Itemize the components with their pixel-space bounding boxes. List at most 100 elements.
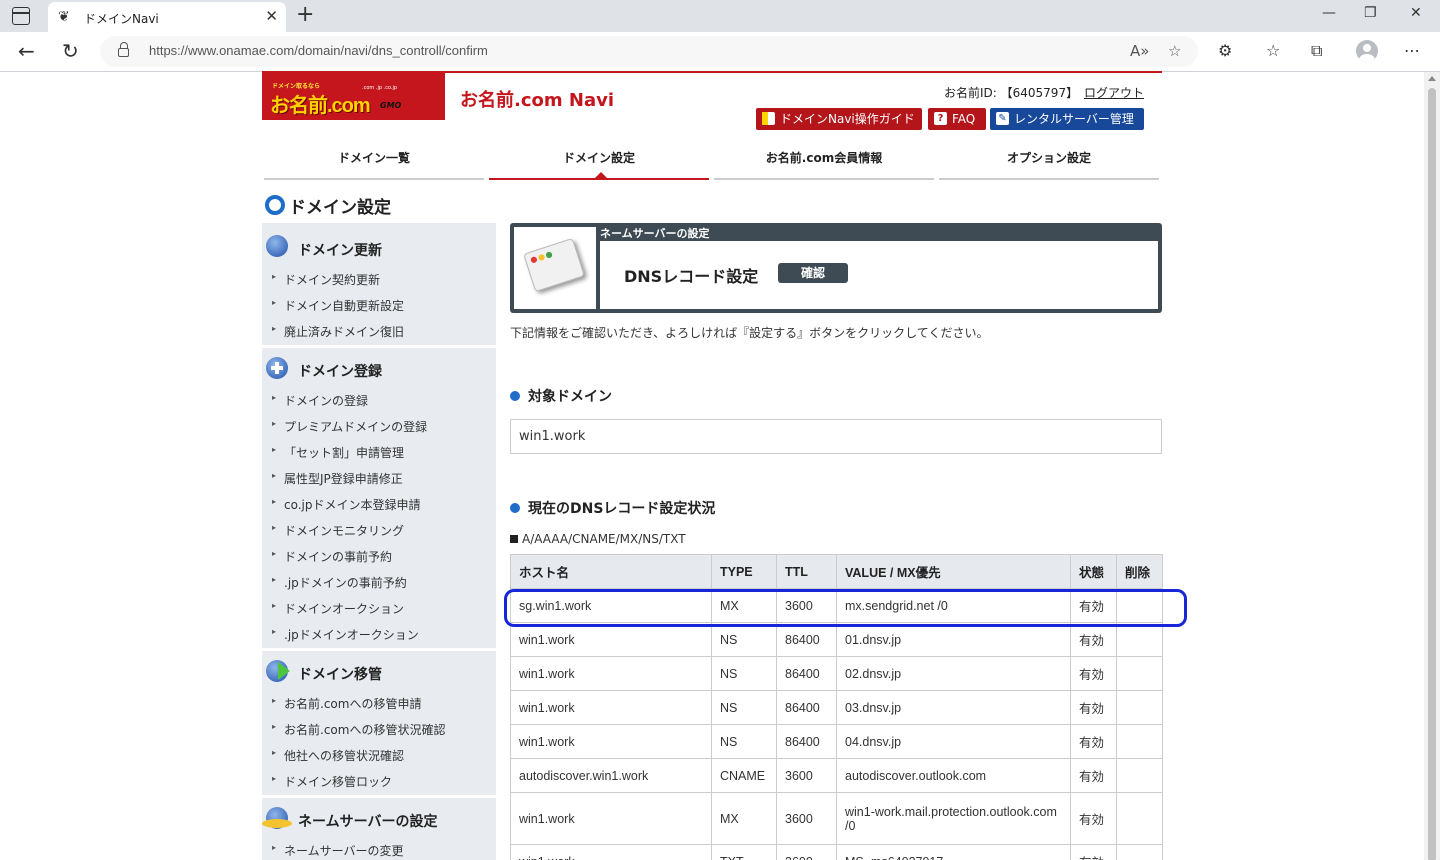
sidebar-item-transfer-in[interactable]: お名前.comへの移管申請 — [272, 695, 421, 712]
cell-type: NS — [711, 690, 777, 725]
cell-type: MX — [711, 792, 777, 845]
table-row: win1.work NS 86400 01.dnsv.jp 有効 — [510, 622, 1163, 657]
sidebar-item-cojp[interactable]: co.jpドメイン本登録申請 — [272, 496, 421, 513]
sidebar-item-contract-renew[interactable]: ドメイン契約更新 — [272, 271, 380, 288]
new-tab-icon[interactable]: + — [296, 3, 314, 27]
table-row: autodiscover.win1.work CNAME 3600 autodi… — [510, 758, 1163, 793]
cell-type: NS — [711, 656, 777, 691]
cell-type: NS — [711, 622, 777, 657]
cell-delete — [1116, 844, 1163, 860]
renew-icon — [266, 235, 288, 257]
navi-guide-button[interactable]: ドメインNavi操作ガイド — [756, 108, 922, 130]
faq-button[interactable]: ? FAQ — [928, 108, 986, 130]
url-text: https://www.onamae.com/domain/navi/dns_c… — [149, 43, 488, 58]
sidebar-item-jp-auction[interactable]: .jpドメインオークション — [272, 626, 419, 643]
sidebar-item-premium[interactable]: プレミアムドメインの登録 — [272, 418, 427, 435]
cell-host: win1.work — [510, 792, 712, 845]
sidebar-item-transfer-status[interactable]: お名前.comへの移管状況確認 — [272, 721, 445, 738]
faq-label: FAQ — [952, 112, 976, 126]
sidebar-item-auto-renew[interactable]: ドメイン自動更新設定 — [272, 297, 404, 314]
nav-domain-list[interactable]: ドメイン一覧 — [264, 140, 484, 180]
close-tab-icon[interactable]: ✕ — [265, 8, 278, 24]
panel-section-label: ネームサーバーの設定 — [600, 227, 710, 240]
cell-ttl: 86400 — [776, 724, 837, 759]
cell-host: autodiscover.win1.work — [510, 758, 712, 793]
logo-gmo: GMO — [380, 101, 402, 110]
sidebar-head-nameserver[interactable]: ネームサーバーの設定 — [298, 811, 437, 831]
site-title: お名前.com Navi — [460, 90, 615, 111]
sidebar-item-monitoring[interactable]: ドメインモニタリング — [272, 522, 404, 539]
table-row: win1.work TXT 3600 MS=ms64027917 有効 — [510, 844, 1163, 860]
cell-delete — [1116, 758, 1163, 793]
sidebar-item-ns-change[interactable]: ネームサーバーの変更 — [272, 842, 404, 859]
sidebar-item-set-discount[interactable]: 「セット割」申請管理 — [272, 444, 404, 461]
tab-actions-icon[interactable] — [12, 7, 30, 25]
rental-server-button[interactable]: ✎ レンタルサーバー管理 — [990, 108, 1144, 130]
browser-tab[interactable]: ❦ ドメインNavi ✕ — [48, 2, 286, 32]
sidebar-head-renew[interactable]: ドメイン更新 — [298, 240, 382, 260]
cell-ttl: 3600 — [776, 844, 837, 860]
target-domain-heading: 対象ドメイン — [510, 386, 612, 406]
onamae-logo[interactable]: ドメイン取るなら .com .jp .co.jp お名前.com GMO — [262, 71, 445, 120]
navi-guide-label: ドメインNavi操作ガイド — [780, 112, 915, 126]
refresh-icon[interactable]: ↻ — [62, 40, 79, 62]
restore-icon[interactable]: ❐ — [1364, 5, 1377, 21]
cell-delete — [1116, 792, 1163, 845]
panel-heading: DNSレコード設定 — [624, 267, 759, 286]
sidebar-item-transfer-out-status[interactable]: 他社への移管状況確認 — [272, 747, 404, 764]
nameserver-panel: ●●● ネームサーバーの設定 DNSレコード設定 確認 — [510, 223, 1162, 313]
collections-icon[interactable]: ⧉ — [1311, 41, 1322, 61]
highlight-annotation — [504, 589, 1187, 627]
cell-host: win1.work — [510, 656, 712, 691]
plus-circle-icon — [266, 357, 288, 379]
cell-ttl: 86400 — [776, 622, 837, 657]
col-host: ホスト名 — [510, 554, 712, 589]
back-icon[interactable]: ← — [18, 40, 35, 62]
cell-delete — [1116, 724, 1163, 759]
extensions-icon[interactable]: ⚙ — [1218, 41, 1232, 61]
sidebar-item-transfer-lock[interactable]: ドメイン移管ロック — [272, 773, 392, 790]
sidebar-divider — [262, 345, 496, 348]
profile-avatar[interactable] — [1356, 40, 1378, 62]
minimize-icon[interactable]: — — [1322, 5, 1336, 21]
cell-ttl: 3600 — [776, 758, 837, 793]
question-icon: ? — [934, 112, 947, 125]
sidebar-item-jp-preorder[interactable]: .jpドメインの事前予約 — [272, 574, 407, 591]
sidebar-item-auction[interactable]: ドメインオークション — [272, 600, 404, 617]
sidebar-item-register[interactable]: ドメインの登録 — [272, 392, 368, 409]
cell-value: autodiscover.outlook.com — [836, 758, 1071, 793]
sidebar-head-register[interactable]: ドメイン登録 — [298, 361, 382, 381]
more-menu-icon[interactable]: ⋯ — [1404, 41, 1420, 61]
table-header-row: ホスト名 TYPE TTL VALUE / MX優先 状態 削除 — [510, 554, 1163, 589]
logout-link[interactable]: ログアウト — [1084, 84, 1144, 101]
scroll-up-icon[interactable] — [1428, 76, 1436, 81]
page-scrollbar[interactable] — [1424, 72, 1440, 860]
col-value: VALUE / MX優先 — [836, 554, 1071, 589]
cell-status: 有効 — [1070, 792, 1117, 845]
sidebar-item-jp-fix[interactable]: 属性型JP登録申請修正 — [272, 470, 403, 487]
favorites-icon[interactable]: ☆ — [1266, 41, 1280, 61]
close-window-icon[interactable]: ✕ — [1410, 5, 1422, 21]
sidebar-divider — [262, 648, 496, 651]
add-favorite-icon[interactable]: ☆ — [1168, 42, 1181, 60]
cell-value: 01.dnsv.jp — [836, 622, 1071, 657]
cell-value: win1-work.mail.protection.outlook.com /0 — [836, 792, 1071, 845]
cell-value: 04.dnsv.jp — [836, 724, 1071, 759]
cell-host: win1.work — [510, 622, 712, 657]
cell-type: NS — [711, 724, 777, 759]
read-aloud-icon[interactable]: A» — [1130, 42, 1149, 60]
cell-status: 有効 — [1070, 758, 1117, 793]
scroll-thumb[interactable] — [1428, 88, 1436, 860]
sidebar-head-transfer[interactable]: ドメイン移管 — [298, 664, 382, 684]
sidebar-item-preorder[interactable]: ドメインの事前予約 — [272, 548, 392, 565]
cell-host: win1.work — [510, 724, 712, 759]
nav-member-info[interactable]: お名前.com会員情報 — [714, 140, 934, 180]
nav-domain-settings[interactable]: ドメイン設定 — [489, 140, 709, 180]
wrench-icon: ✎ — [996, 112, 1009, 125]
url-field[interactable]: https://www.onamae.com/domain/navi/dns_c… — [100, 36, 1198, 67]
nav-option-settings[interactable]: オプション設定 — [939, 140, 1159, 180]
sidebar-item-restore[interactable]: 廃止済みドメイン復旧 — [272, 323, 404, 340]
browser-window-icon: ●●● — [523, 237, 585, 293]
nameserver-icon — [262, 807, 292, 829]
lock-icon[interactable] — [118, 42, 129, 57]
